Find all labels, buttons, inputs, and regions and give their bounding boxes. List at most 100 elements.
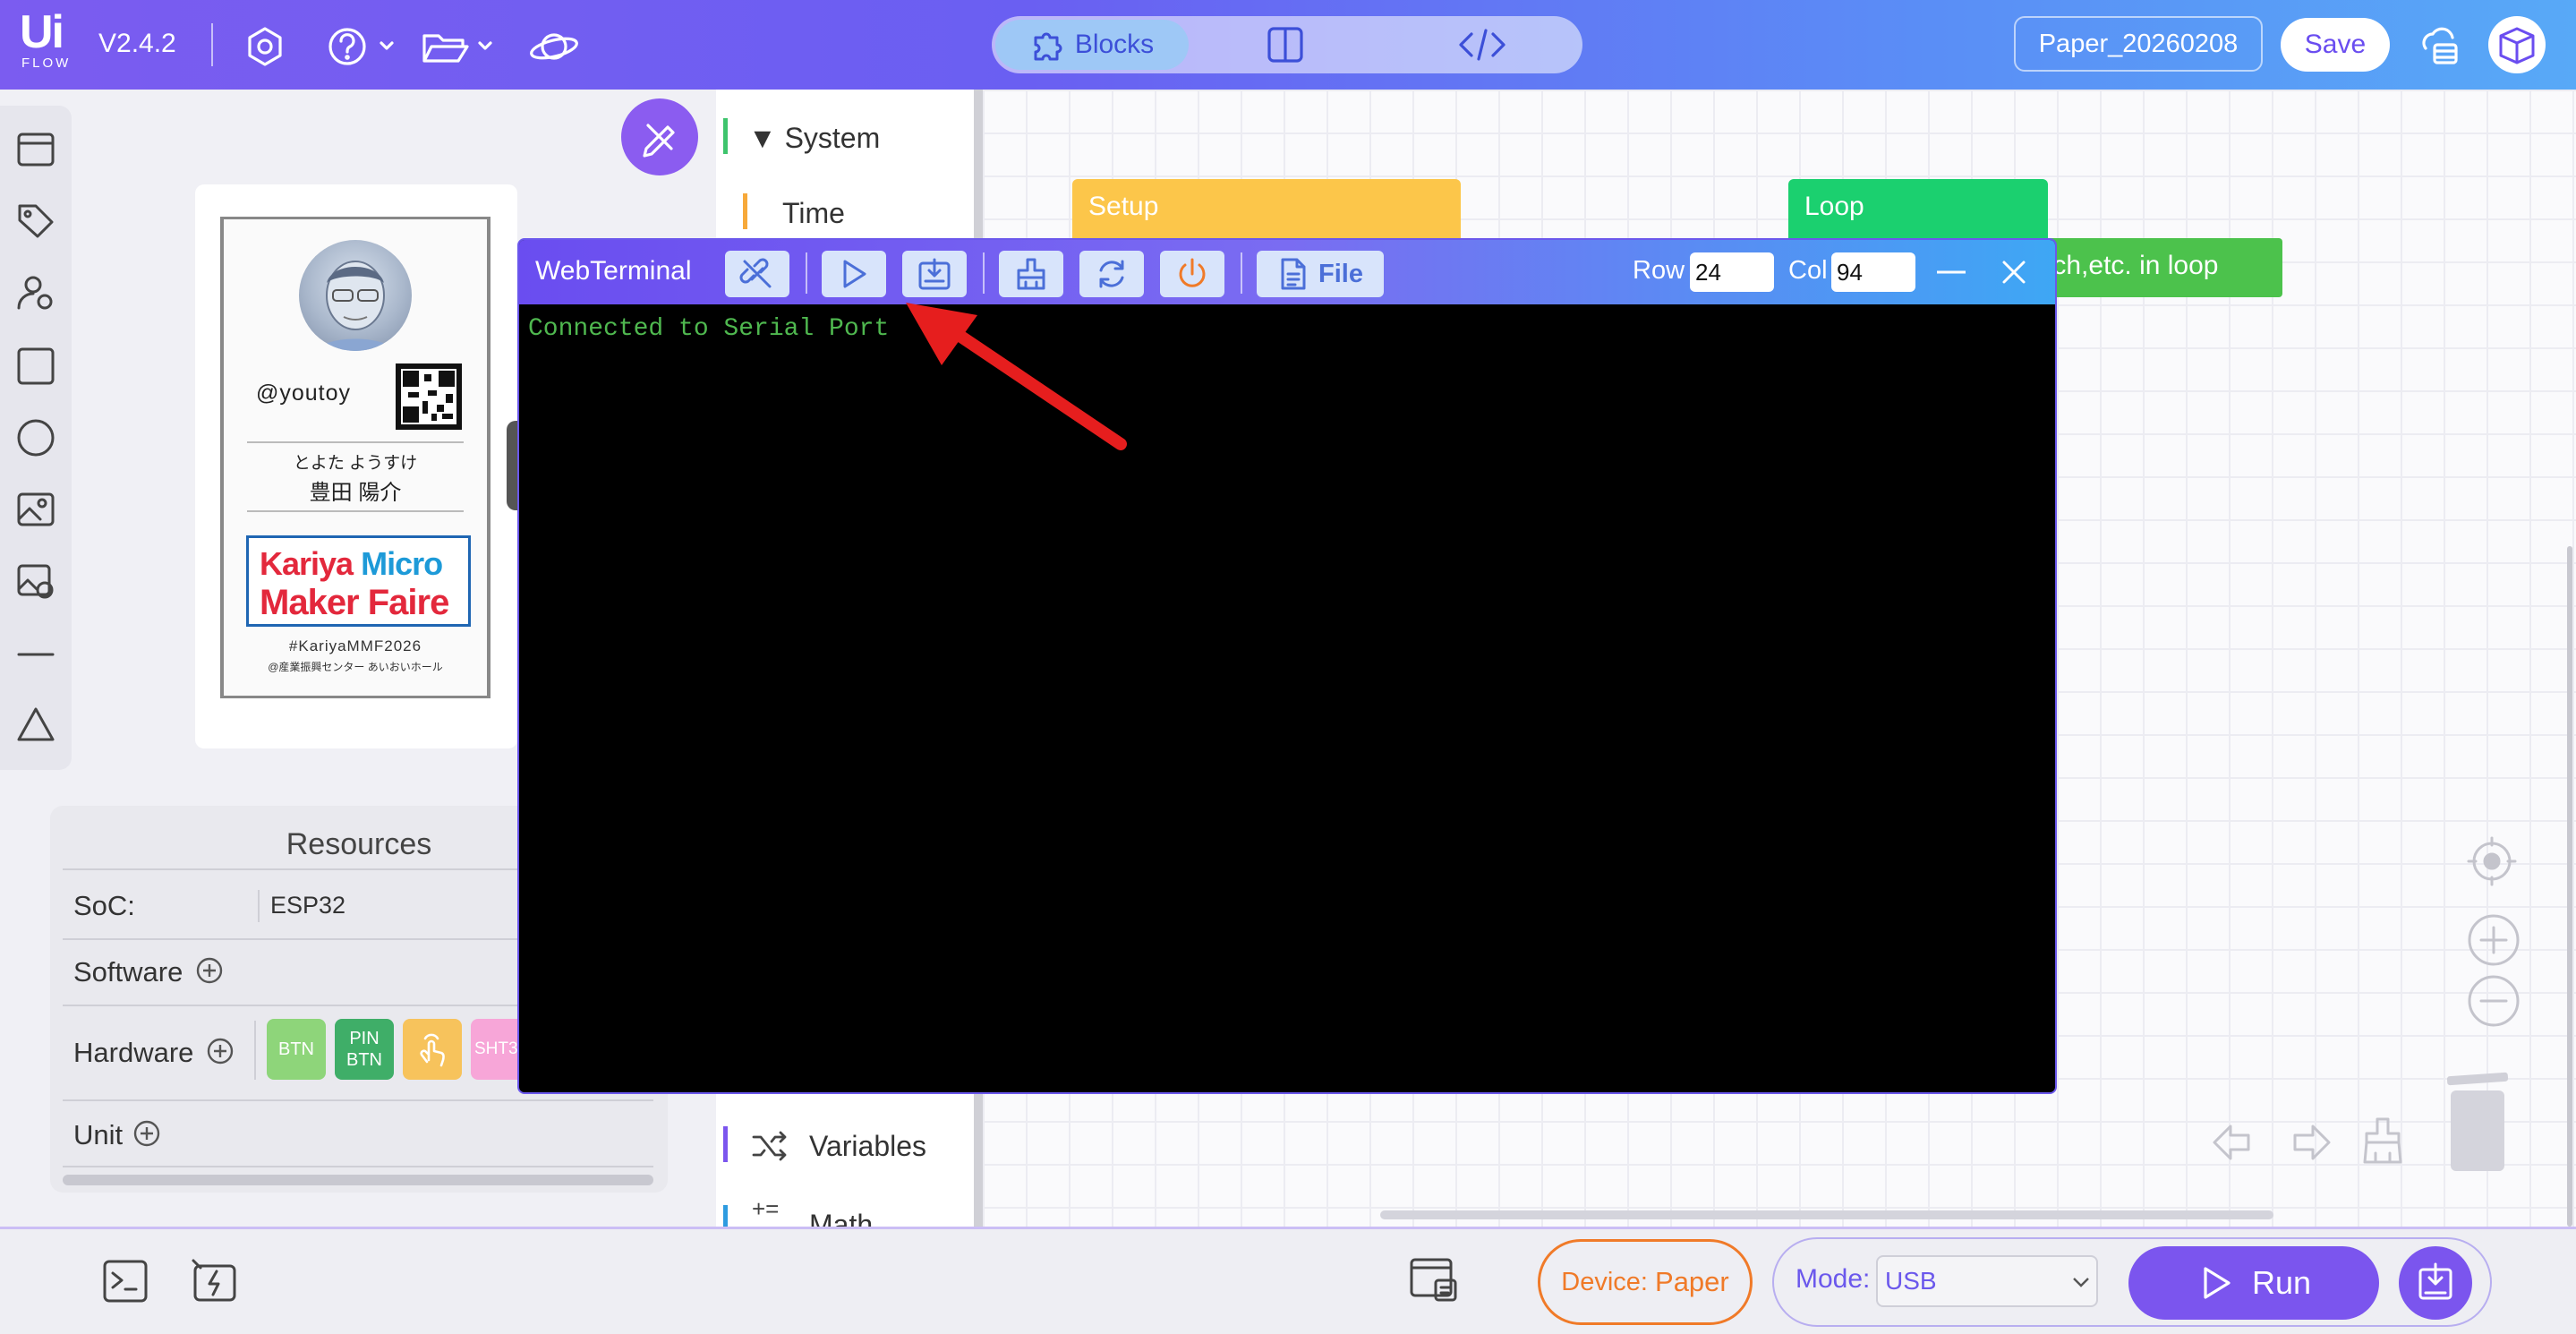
math-icon: += bbox=[752, 1200, 780, 1222]
category-variables[interactable]: Variables bbox=[809, 1130, 926, 1163]
col-input[interactable] bbox=[1831, 252, 1915, 292]
terminal-titlebar[interactable]: WebTerminal File Row Col bbox=[519, 240, 2055, 304]
file-button[interactable]: File bbox=[1257, 251, 1384, 297]
planet-icon[interactable] bbox=[528, 23, 580, 70]
category-math[interactable]: Math bbox=[809, 1209, 873, 1227]
category-color-bar bbox=[743, 193, 747, 229]
loop-block[interactable]: Loop bbox=[1788, 179, 2048, 244]
run-script-button[interactable] bbox=[822, 251, 886, 297]
help-icon[interactable] bbox=[326, 25, 397, 68]
mode-select[interactable]: USB bbox=[1876, 1255, 2098, 1307]
soc-value: ESP32 bbox=[270, 892, 346, 919]
device-screen-icon[interactable] bbox=[1409, 1257, 1459, 1304]
rectangle-icon[interactable] bbox=[15, 346, 56, 387]
undo-icon[interactable] bbox=[2209, 1121, 2259, 1166]
tab-blocks[interactable]: Blocks bbox=[995, 20, 1189, 70]
hw-chip-sht3[interactable]: SHT3 bbox=[471, 1019, 521, 1080]
triangle-icon[interactable] bbox=[15, 704, 56, 745]
redo-icon[interactable] bbox=[2284, 1121, 2334, 1166]
annotation-arrow bbox=[906, 303, 1127, 450]
hardware-add-icon[interactable] bbox=[206, 1037, 235, 1065]
terminal-icon[interactable] bbox=[102, 1259, 149, 1304]
settings-hex-icon[interactable] bbox=[243, 25, 286, 68]
project-name[interactable]: Paper_20260208 bbox=[2014, 16, 2263, 72]
device-label: Device: bbox=[1561, 1267, 1648, 1296]
split-view-icon bbox=[1267, 27, 1303, 63]
disconnect-button[interactable] bbox=[725, 251, 789, 297]
hardware-label: Hardware bbox=[73, 1037, 194, 1068]
folder-icon[interactable] bbox=[421, 25, 501, 68]
category-color-bar bbox=[723, 118, 728, 154]
pencil-ruler-icon bbox=[643, 124, 675, 158]
device-value: Paper bbox=[1655, 1266, 1729, 1297]
download-device-icon bbox=[2418, 1262, 2452, 1300]
refresh-button[interactable] bbox=[1079, 251, 1144, 297]
software-add-icon[interactable] bbox=[195, 956, 224, 985]
profile-name: 豊田 陽介 bbox=[309, 481, 402, 505]
divider bbox=[247, 510, 464, 512]
clean-up-icon[interactable] bbox=[2358, 1114, 2408, 1167]
terminal-output[interactable]: Connected to Serial Port bbox=[528, 315, 889, 343]
software-label: Software bbox=[73, 956, 183, 988]
user-gear-icon[interactable] bbox=[15, 272, 56, 313]
unit-add-icon[interactable] bbox=[132, 1119, 161, 1148]
category-time[interactable]: Time bbox=[782, 197, 845, 230]
web-terminal-window[interactable]: WebTerminal File Row Col Connected to Se… bbox=[517, 238, 2057, 1094]
profile-handle: @youtoy bbox=[256, 381, 352, 406]
divider bbox=[247, 441, 464, 443]
avatar[interactable] bbox=[2488, 16, 2546, 73]
touch-hand-icon bbox=[420, 1033, 445, 1067]
play-icon bbox=[843, 260, 866, 288]
zoom-in-icon[interactable] bbox=[2467, 913, 2521, 967]
category-color-bar bbox=[723, 1205, 728, 1227]
hw-chip-pin-btn[interactable]: PIN BTN bbox=[335, 1019, 394, 1080]
event-logo: Kariya Micro Maker Faire bbox=[246, 535, 471, 627]
circle-icon[interactable] bbox=[15, 417, 56, 458]
save-button[interactable]: Save bbox=[2281, 18, 2390, 72]
page-element-icon[interactable] bbox=[15, 129, 56, 170]
file-icon bbox=[1281, 258, 1306, 290]
cloud-stack-icon[interactable] bbox=[2417, 23, 2461, 68]
hw-chip-touch[interactable] bbox=[403, 1019, 462, 1080]
shuffle-icon bbox=[750, 1128, 789, 1164]
line-icon[interactable] bbox=[15, 634, 56, 675]
soc-label: SoC: bbox=[73, 890, 135, 921]
image-plus-icon[interactable] bbox=[15, 560, 56, 602]
app-logo-sub: FLOW bbox=[21, 56, 72, 71]
reset-button[interactable] bbox=[1160, 251, 1224, 297]
run-label: Run bbox=[2251, 1264, 2312, 1301]
app-logo: Ui bbox=[20, 6, 64, 58]
run-button[interactable]: Run bbox=[2128, 1246, 2379, 1320]
minimize-icon[interactable] bbox=[1933, 258, 1969, 286]
device-button[interactable]: Device: Paper bbox=[1538, 1239, 1753, 1325]
event-logo-word-a: Kariya bbox=[260, 545, 354, 582]
divider bbox=[254, 1021, 256, 1080]
terminal-title: WebTerminal bbox=[535, 256, 692, 286]
mode-value: USB bbox=[1885, 1267, 1937, 1295]
workspace-vscrollbar[interactable] bbox=[2567, 546, 2572, 1227]
mode-label: Mode: bbox=[1796, 1264, 1871, 1294]
divider bbox=[211, 23, 213, 66]
download-to-device-button[interactable] bbox=[2399, 1246, 2472, 1320]
close-icon[interactable] bbox=[2000, 258, 2028, 286]
image-icon[interactable] bbox=[15, 489, 56, 530]
setup-block[interactable]: Setup bbox=[1072, 179, 1461, 244]
category-system[interactable]: ▼ System bbox=[748, 122, 880, 155]
label-tag-icon[interactable] bbox=[15, 201, 56, 242]
download-button[interactable] bbox=[902, 251, 967, 297]
event-venue: @産業振興センター あいおいホール bbox=[268, 661, 443, 673]
tab-split[interactable] bbox=[1266, 25, 1305, 64]
recenter-icon[interactable] bbox=[2465, 834, 2519, 888]
trash-icon[interactable] bbox=[2442, 1071, 2513, 1175]
clear-button[interactable] bbox=[999, 251, 1063, 297]
resources-scrollbar[interactable] bbox=[63, 1175, 653, 1185]
device-flash-icon[interactable] bbox=[190, 1257, 240, 1304]
tab-code[interactable] bbox=[1457, 25, 1507, 64]
workspace-hscrollbar[interactable] bbox=[1380, 1210, 2273, 1219]
edit-screen-button[interactable] bbox=[621, 98, 698, 175]
hw-chip-btn[interactable]: BTN bbox=[267, 1019, 326, 1080]
puzzle-icon bbox=[1034, 32, 1062, 61]
unlink-icon bbox=[739, 258, 772, 288]
zoom-out-icon[interactable] bbox=[2467, 974, 2521, 1028]
row-input[interactable] bbox=[1690, 252, 1774, 292]
